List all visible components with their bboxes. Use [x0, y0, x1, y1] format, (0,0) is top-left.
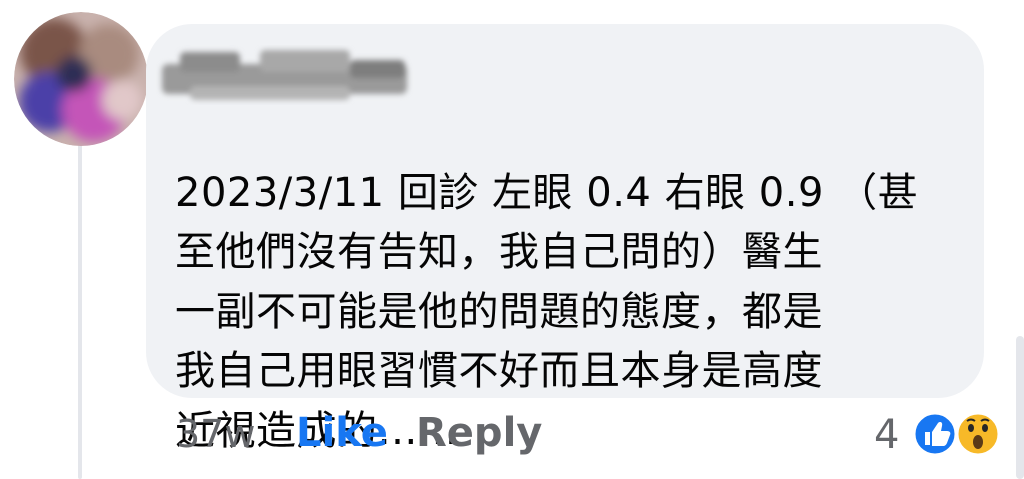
timestamp[interactable]: 37w	[176, 412, 255, 456]
comment-text: 2023/3/11 回診 左眼 0.4 右眼 0.9 （甚 至他們沒有告知，我自…	[175, 104, 965, 461]
comment-line: 至他們沒有告知，我自己問的）醫生	[175, 229, 823, 275]
reaction-icons	[912, 411, 1001, 457]
like-reaction-icon	[912, 411, 958, 457]
reply-button[interactable]: Reply	[416, 410, 542, 456]
avatar[interactable]	[14, 12, 148, 146]
scrollbar[interactable]	[1016, 336, 1024, 479]
thread-line	[78, 140, 82, 479]
comment-line: 一副不可能是他的問題的態度，都是	[175, 288, 823, 335]
reaction-count[interactable]: 4	[874, 412, 899, 458]
blurred-avatar-image	[14, 12, 148, 146]
like-button[interactable]: Like	[296, 410, 388, 456]
comment-line: 2023/3/11 回診 左眼 0.4 右眼 0.9 （甚	[175, 169, 919, 216]
reaction-summary[interactable]	[912, 411, 1008, 457]
wow-reaction-icon	[955, 411, 1001, 457]
comment-line: 我自己用眼習慣不好而且本身是高度	[175, 348, 823, 394]
